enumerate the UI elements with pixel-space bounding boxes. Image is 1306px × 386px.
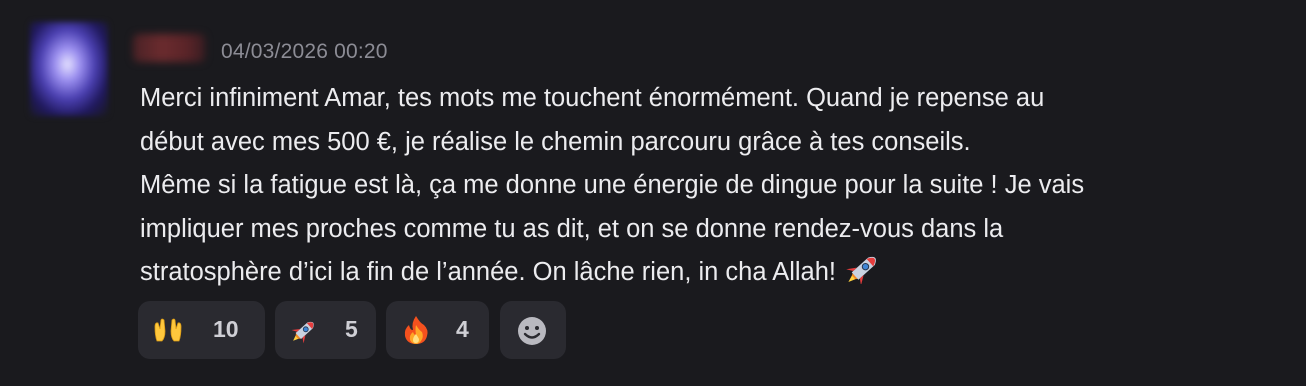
reaction-fire[interactable]: 4 bbox=[386, 301, 489, 359]
add-reaction-icon bbox=[518, 317, 546, 345]
message-line: impliquer mes proches comme tu as dit, e… bbox=[140, 214, 1004, 243]
message-line-text: stratosphère d’ici la fin de l’année. On… bbox=[140, 258, 836, 286]
reaction-rocket[interactable]: 5 bbox=[275, 301, 376, 359]
rocket-icon bbox=[846, 256, 876, 284]
fire-icon bbox=[404, 316, 428, 344]
reaction-raised-hands[interactable]: 10 bbox=[138, 301, 265, 359]
raised-hands-icon bbox=[154, 318, 182, 342]
avatar[interactable] bbox=[30, 22, 108, 116]
message-timestamp: 04/03/2026 00:20 bbox=[221, 40, 388, 63]
reaction-count: 5 bbox=[345, 316, 358, 342]
add-reaction-button[interactable] bbox=[500, 301, 566, 359]
reaction-count: 10 bbox=[213, 316, 239, 342]
chat-message: 04/03/2026 00:20 Merci infiniment Amar, … bbox=[0, 0, 1306, 386]
rocket-icon bbox=[291, 321, 314, 344]
message-line: début avec mes 500 €, je réalise le chem… bbox=[140, 127, 971, 156]
message-content: Merci infiniment Amar, tes mots me touch… bbox=[140, 77, 1270, 295]
username-blurred[interactable] bbox=[133, 34, 205, 62]
message-line: Même si la fatigue est là, ça me donne u… bbox=[140, 171, 1085, 199]
reaction-count: 4 bbox=[456, 316, 469, 342]
message-line: Merci infiniment Amar, tes mots me touch… bbox=[140, 84, 1045, 112]
message-line-last: stratosphère d’ici la fin de l’année. On… bbox=[140, 251, 1270, 295]
